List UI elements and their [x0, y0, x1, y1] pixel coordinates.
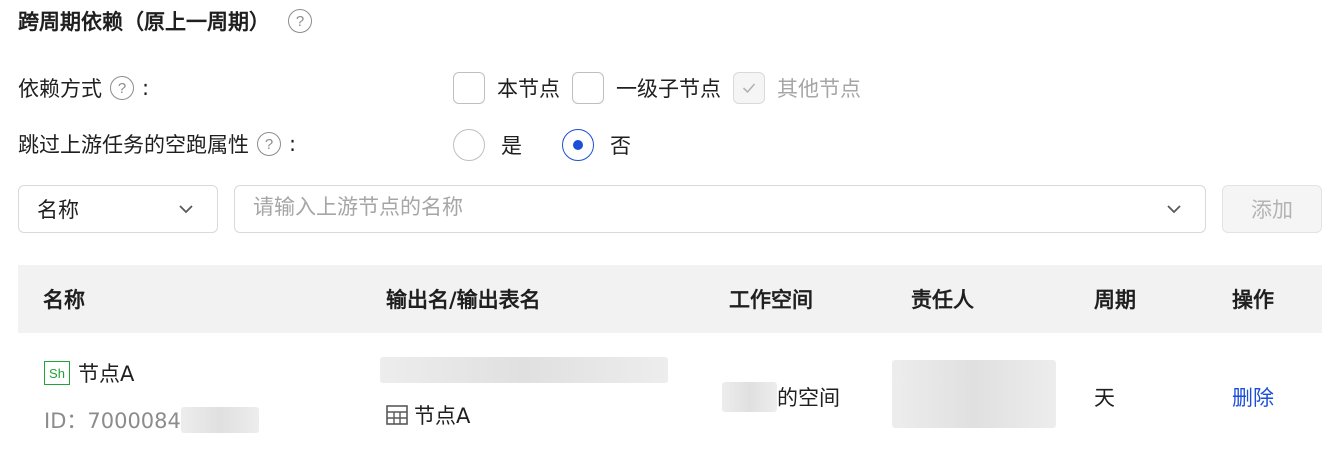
upstream-node-search[interactable]: [234, 185, 1206, 233]
question-circle-icon[interactable]: ?: [288, 9, 312, 33]
skip-dry-run-colon: :: [289, 132, 297, 156]
radio-no-label[interactable]: 否: [610, 130, 631, 160]
section-title-text: 跨周期依赖（原上一周期）: [18, 10, 270, 34]
radio-no[interactable]: [562, 129, 594, 161]
node-id: ID：7000084: [44, 409, 181, 433]
column-header-output: 输出名/输出表名: [386, 288, 541, 312]
table-icon: [386, 405, 408, 425]
checkbox-this-node-label[interactable]: 本节点: [497, 73, 560, 103]
period-value: 天: [1094, 386, 1115, 410]
radio-yes[interactable]: [453, 129, 485, 161]
skip-dry-run-label: 跳过上游任务的空跑属性 ? :: [18, 129, 296, 159]
checkbox-this-node[interactable]: [453, 72, 485, 104]
checkbox-first-level-child-label[interactable]: 一级子节点: [616, 73, 721, 103]
dependency-mode-options: 本节点 一级子节点 其他节点: [453, 71, 873, 105]
radio-yes-label[interactable]: 是: [501, 130, 522, 160]
delete-link[interactable]: 删除: [1232, 382, 1274, 412]
dependency-mode-label: 依赖方式 ? :: [18, 73, 149, 103]
output-table-cell: 节点A: [386, 400, 470, 430]
checkbox-other-nodes-label: 其他节点: [777, 77, 861, 101]
skip-dry-run-label-text: 跳过上游任务的空跑属性: [18, 133, 249, 157]
redacted-owner: [892, 360, 1056, 428]
redacted-output-name: [380, 357, 668, 383]
upstream-node-input[interactable]: [235, 186, 1115, 230]
question-circle-icon[interactable]: ?: [257, 132, 281, 156]
check-icon: [742, 83, 756, 94]
table-header: 名称 输出名/输出表名 工作空间 责任人 周期 操作: [18, 265, 1322, 333]
column-header-workspace: 工作空间: [729, 288, 813, 312]
add-button[interactable]: 添加: [1222, 185, 1322, 233]
redacted-workspace: [722, 382, 777, 412]
output-table-name: 节点A: [414, 404, 471, 428]
column-header-name: 名称: [43, 288, 85, 312]
workspace-cell: 的空间: [722, 382, 840, 412]
node-name-cell: Sh 节点A: [44, 358, 134, 388]
search-type-value: 名称: [37, 198, 79, 222]
search-type-select[interactable]: 名称: [18, 185, 218, 233]
section-title: 跨周期依赖（原上一周期） ?: [18, 6, 312, 36]
skip-dry-run-options: 是 否: [453, 128, 671, 162]
node-name: 节点A: [78, 362, 135, 386]
column-header-actions: 操作: [1232, 288, 1274, 312]
workspace-name: 的空间: [777, 386, 840, 410]
column-header-owner: 责任人: [911, 288, 974, 312]
checkbox-first-level-child[interactable]: [572, 72, 604, 104]
dependency-mode-label-text: 依赖方式: [18, 77, 102, 101]
chevron-down-icon: [1167, 205, 1181, 214]
shell-node-icon: Sh: [44, 361, 70, 385]
node-id-cell: ID：7000084: [44, 405, 259, 435]
column-header-period: 周期: [1094, 288, 1136, 312]
question-circle-icon[interactable]: ?: [110, 76, 134, 100]
chevron-down-icon: [179, 205, 193, 214]
checkbox-other-nodes: [733, 72, 765, 104]
redacted-id: [180, 407, 259, 433]
dependency-mode-colon: :: [142, 76, 150, 100]
